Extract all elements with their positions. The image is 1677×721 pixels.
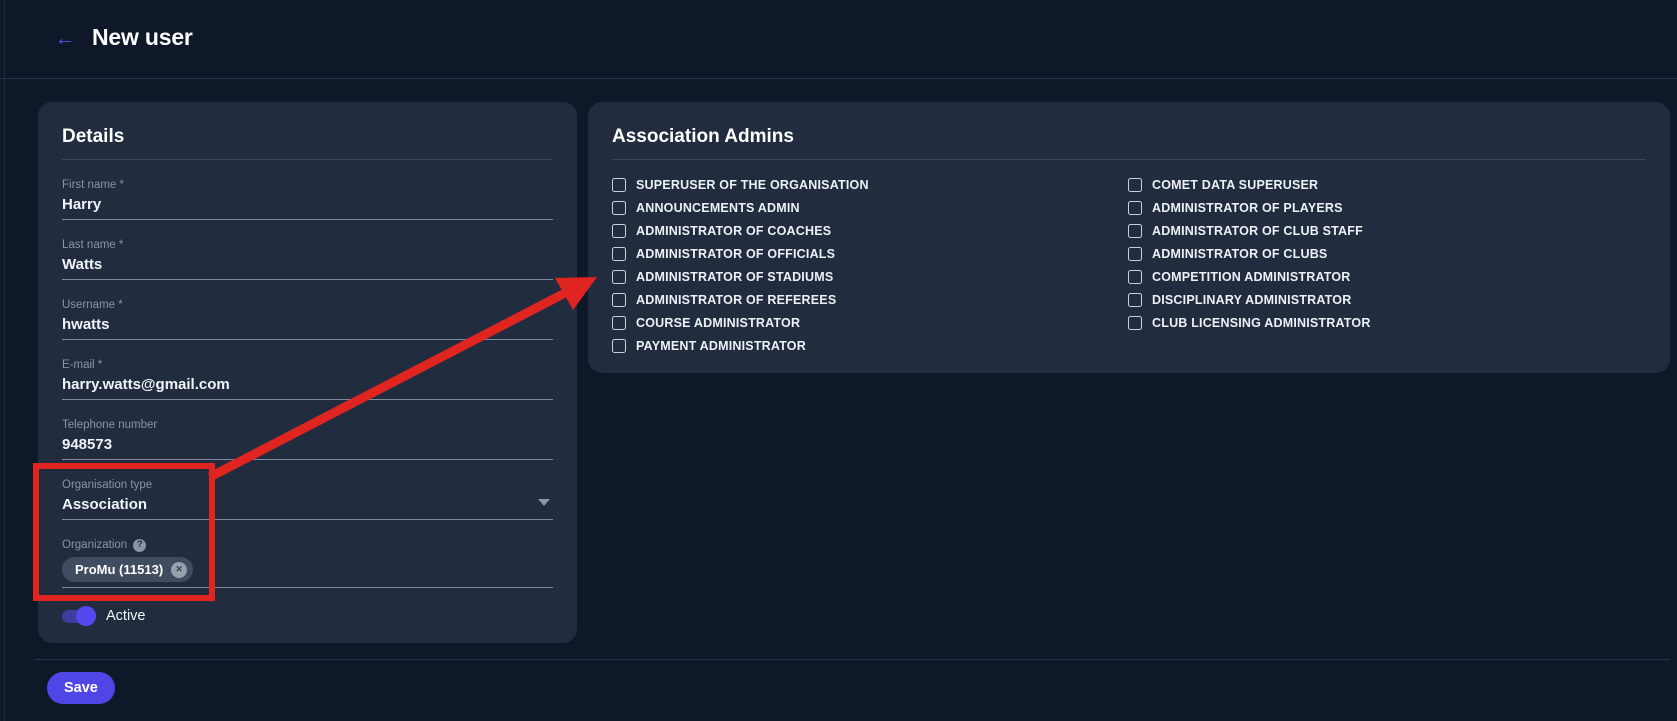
organisation-type-label: Organisation type bbox=[62, 478, 553, 492]
role-row: ADMINISTRATOR OF PLAYERS bbox=[1128, 196, 1644, 219]
help-icon[interactable]: ? bbox=[133, 539, 146, 552]
details-divider bbox=[62, 159, 553, 160]
email-field[interactable]: E-mail * harry.watts@gmail.com bbox=[62, 358, 553, 400]
save-button[interactable]: Save bbox=[47, 672, 115, 704]
last-name-label: Last name * bbox=[62, 238, 553, 252]
footer-divider bbox=[35, 659, 1670, 660]
role-checkbox[interactable] bbox=[612, 316, 626, 330]
role-checkbox[interactable] bbox=[1128, 270, 1142, 284]
email-value[interactable]: harry.watts@gmail.com bbox=[62, 376, 553, 394]
association-admins-card: Association Admins SUPERUSER OF THE ORGA… bbox=[588, 102, 1670, 373]
role-checkbox[interactable] bbox=[1128, 201, 1142, 215]
telephone-field[interactable]: Telephone number 948573 bbox=[62, 418, 553, 460]
role-checkbox[interactable] bbox=[612, 201, 626, 215]
role-label: ADMINISTRATOR OF REFEREES bbox=[636, 293, 836, 307]
role-label: ADMINISTRATOR OF CLUB STAFF bbox=[1152, 224, 1363, 238]
role-label: PAYMENT ADMINISTRATOR bbox=[636, 339, 806, 353]
roles-column-2: COMET DATA SUPERUSER ADMINISTRATOR OF PL… bbox=[1128, 173, 1644, 357]
organization-field[interactable]: Organization ? ProMu (11513) ✕ bbox=[62, 538, 553, 588]
back-arrow-icon: ← bbox=[55, 27, 76, 51]
role-checkbox[interactable] bbox=[612, 270, 626, 284]
left-edge-divider bbox=[4, 0, 5, 721]
details-card-title: Details bbox=[62, 126, 553, 148]
role-row: ADMINISTRATOR OF OFFICIALS bbox=[612, 242, 1128, 265]
toggle-thumb bbox=[76, 606, 96, 626]
chip-remove-icon[interactable]: ✕ bbox=[171, 562, 187, 578]
active-toggle-row: Active bbox=[62, 605, 553, 627]
role-row: SUPERUSER OF THE ORGANISATION bbox=[612, 173, 1128, 196]
telephone-label: Telephone number bbox=[62, 418, 553, 432]
admins-card-title: Association Admins bbox=[612, 126, 1646, 148]
telephone-value[interactable]: 948573 bbox=[62, 436, 553, 454]
first-name-field[interactable]: First name * Harry bbox=[62, 178, 553, 220]
role-label: COMPETITION ADMINISTRATOR bbox=[1152, 270, 1351, 284]
role-checkbox[interactable] bbox=[612, 224, 626, 238]
back-button[interactable]: ← bbox=[50, 24, 80, 54]
role-label: ANNOUNCEMENTS ADMIN bbox=[636, 201, 800, 215]
role-label: ADMINISTRATOR OF PLAYERS bbox=[1152, 201, 1343, 215]
role-label: DISCIPLINARY ADMINISTRATOR bbox=[1152, 293, 1351, 307]
role-row: ADMINISTRATOR OF STADIUMS bbox=[612, 265, 1128, 288]
admins-divider bbox=[612, 159, 1646, 160]
first-name-value[interactable]: Harry bbox=[62, 196, 553, 214]
role-checkbox[interactable] bbox=[612, 339, 626, 353]
first-name-label: First name * bbox=[62, 178, 553, 192]
details-card: Details First name * Harry Last name * W… bbox=[38, 102, 577, 643]
role-row: CLUB LICENSING ADMINISTRATOR bbox=[1128, 311, 1644, 334]
role-label: COURSE ADMINISTRATOR bbox=[636, 316, 800, 330]
username-field[interactable]: Username * hwatts bbox=[62, 298, 553, 340]
role-checkbox[interactable] bbox=[1128, 224, 1142, 238]
role-checkbox[interactable] bbox=[612, 247, 626, 261]
role-row: COURSE ADMINISTRATOR bbox=[612, 311, 1128, 334]
save-button-label: Save bbox=[64, 680, 98, 696]
organization-label-text: Organization bbox=[62, 538, 127, 552]
role-checkbox[interactable] bbox=[1128, 178, 1142, 192]
role-row: PAYMENT ADMINISTRATOR bbox=[612, 334, 1128, 357]
chevron-down-icon[interactable] bbox=[538, 499, 550, 506]
organization-chip-label: ProMu (11513) bbox=[75, 562, 163, 577]
organisation-type-select[interactable]: Organisation type Association bbox=[62, 478, 553, 520]
username-label: Username * bbox=[62, 298, 553, 312]
page-header: ← New user bbox=[0, 0, 1677, 79]
email-label: E-mail * bbox=[62, 358, 553, 372]
organization-label: Organization ? bbox=[62, 538, 553, 552]
role-checkbox[interactable] bbox=[1128, 247, 1142, 261]
role-checkbox[interactable] bbox=[1128, 293, 1142, 307]
role-checkbox[interactable] bbox=[612, 178, 626, 192]
role-label: ADMINISTRATOR OF STADIUMS bbox=[636, 270, 833, 284]
username-value[interactable]: hwatts bbox=[62, 316, 553, 334]
role-row: DISCIPLINARY ADMINISTRATOR bbox=[1128, 288, 1644, 311]
role-row: ADMINISTRATOR OF CLUB STAFF bbox=[1128, 219, 1644, 242]
role-label: SUPERUSER OF THE ORGANISATION bbox=[636, 178, 869, 192]
page-title: New user bbox=[92, 24, 193, 51]
active-toggle-label: Active bbox=[106, 608, 146, 624]
role-label: ADMINISTRATOR OF CLUBS bbox=[1152, 247, 1327, 261]
roles-column-1: SUPERUSER OF THE ORGANISATION ANNOUNCEME… bbox=[612, 173, 1128, 357]
organization-chip[interactable]: ProMu (11513) ✕ bbox=[62, 557, 193, 582]
role-checkbox[interactable] bbox=[612, 293, 626, 307]
active-toggle[interactable] bbox=[62, 610, 93, 623]
organisation-type-value[interactable]: Association bbox=[62, 496, 553, 514]
role-row: ADMINISTRATOR OF COACHES bbox=[612, 219, 1128, 242]
role-label: ADMINISTRATOR OF COACHES bbox=[636, 224, 831, 238]
role-row: COMET DATA SUPERUSER bbox=[1128, 173, 1644, 196]
role-label: ADMINISTRATOR OF OFFICIALS bbox=[636, 247, 835, 261]
role-label: CLUB LICENSING ADMINISTRATOR bbox=[1152, 316, 1371, 330]
role-row: ANNOUNCEMENTS ADMIN bbox=[612, 196, 1128, 219]
role-row: COMPETITION ADMINISTRATOR bbox=[1128, 265, 1644, 288]
last-name-field[interactable]: Last name * Watts bbox=[62, 238, 553, 280]
role-checkbox[interactable] bbox=[1128, 316, 1142, 330]
role-row: ADMINISTRATOR OF REFEREES bbox=[612, 288, 1128, 311]
last-name-value[interactable]: Watts bbox=[62, 256, 553, 274]
role-label: COMET DATA SUPERUSER bbox=[1152, 178, 1318, 192]
roles-grid: SUPERUSER OF THE ORGANISATION ANNOUNCEME… bbox=[612, 173, 1646, 357]
role-row: ADMINISTRATOR OF CLUBS bbox=[1128, 242, 1644, 265]
